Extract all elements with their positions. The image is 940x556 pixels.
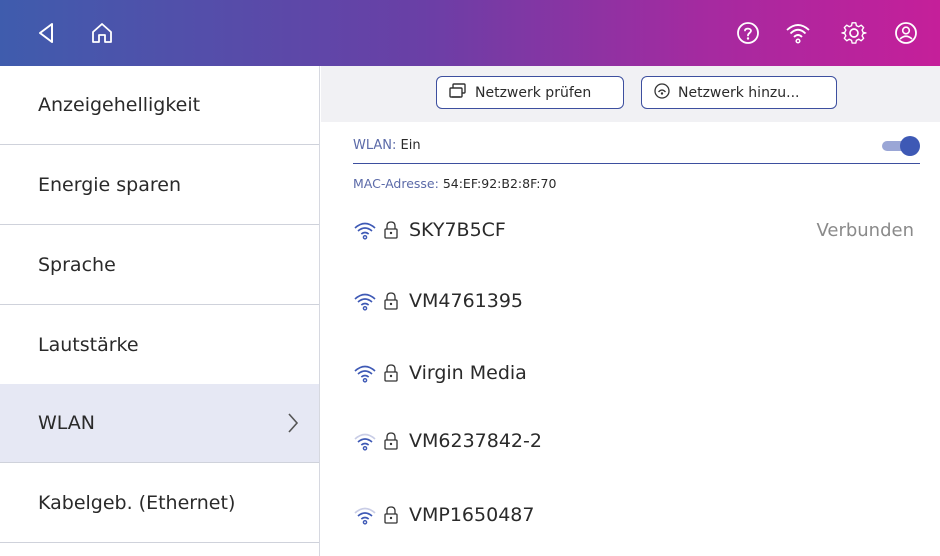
sidebar-item-label: Energie sparen (38, 174, 182, 196)
network-status: Verbunden (816, 219, 914, 241)
sidebar-item-label: Anzeigehelligkeit (38, 94, 201, 116)
lock-icon (384, 432, 398, 450)
wifi-signal-icon (354, 293, 376, 311)
sidebar-item-label: Lautstärke (38, 334, 139, 356)
chevron-right-icon (287, 412, 299, 439)
lock-icon (384, 506, 398, 524)
top-bar (0, 0, 940, 66)
sidebar-item-volume[interactable]: Lautstärke (0, 306, 319, 385)
add-network-label: Netzwerk hinzu... (678, 84, 800, 101)
lock-icon (384, 292, 398, 310)
help-icon[interactable] (734, 19, 762, 47)
wlan-toggle[interactable] (880, 136, 920, 156)
check-network-label: Netzwerk prüfen (475, 84, 592, 101)
network-item[interactable]: Virgin Media (353, 358, 920, 388)
account-icon[interactable] (892, 19, 920, 47)
network-ssid: VM4761395 (409, 290, 524, 312)
wifi-signal-icon (354, 222, 376, 240)
network-ssid: SKY7B5CF (409, 219, 506, 241)
network-ssid: Virgin Media (409, 362, 527, 384)
wlan-value: Ein (400, 138, 421, 153)
wlan-status-row: WLAN: Ein (353, 134, 920, 164)
mac-address-row: MAC-Adresse: 54:EF:92:B2:8F:70 (353, 176, 556, 191)
sidebar-item-label: Sprache (38, 254, 116, 276)
network-check-icon (449, 82, 475, 103)
network-item[interactable]: VM6237842-2 (353, 426, 920, 456)
sidebar-item-label: Kabelgeb. (Ethernet) (38, 492, 236, 514)
network-ssid: VMP1650487 (409, 504, 535, 526)
network-item[interactable]: SKY7B5CF Verbunden (353, 215, 920, 245)
lock-icon (384, 364, 398, 382)
mac-address-label: MAC-Adresse: (353, 176, 439, 191)
network-item[interactable]: VM4761395 (353, 286, 920, 316)
wifi-icon[interactable] (784, 19, 812, 47)
sidebar-item-label: WLAN (38, 412, 96, 434)
wlan-panel: Netzwerk prüfen Netzwerk hinzu... WLAN: … (321, 66, 940, 556)
sidebar-item-energy-saving[interactable]: Energie sparen (0, 146, 319, 225)
wifi-signal-icon (354, 433, 376, 451)
sidebar-item-wlan[interactable]: WLAN (0, 384, 319, 463)
wlan-label: WLAN: (353, 138, 397, 153)
check-network-button[interactable]: Netzwerk prüfen (436, 76, 624, 109)
sidebar-item-ethernet[interactable]: Kabelgeb. (Ethernet) (0, 464, 319, 543)
network-ssid: VM6237842-2 (409, 430, 542, 452)
sidebar-item-display-brightness[interactable]: Anzeigehelligkeit (0, 66, 319, 145)
network-item[interactable]: VMP1650487 (353, 500, 920, 530)
wifi-signal-icon (354, 507, 376, 525)
back-arrow-icon[interactable] (32, 19, 60, 47)
home-icon[interactable] (88, 19, 116, 47)
settings-gear-icon[interactable] (840, 19, 868, 47)
mac-address-value: 54:EF:92:B2:8F:70 (442, 176, 557, 191)
add-network-button[interactable]: Netzwerk hinzu... (641, 76, 837, 109)
sidebar-item-language[interactable]: Sprache (0, 226, 319, 305)
lock-icon (384, 221, 398, 239)
add-network-icon (654, 82, 678, 103)
toolbar: Netzwerk prüfen Netzwerk hinzu... (321, 66, 940, 122)
wifi-signal-icon (354, 365, 376, 383)
settings-sidebar: Anzeigehelligkeit Energie sparen Sprache… (0, 66, 320, 556)
